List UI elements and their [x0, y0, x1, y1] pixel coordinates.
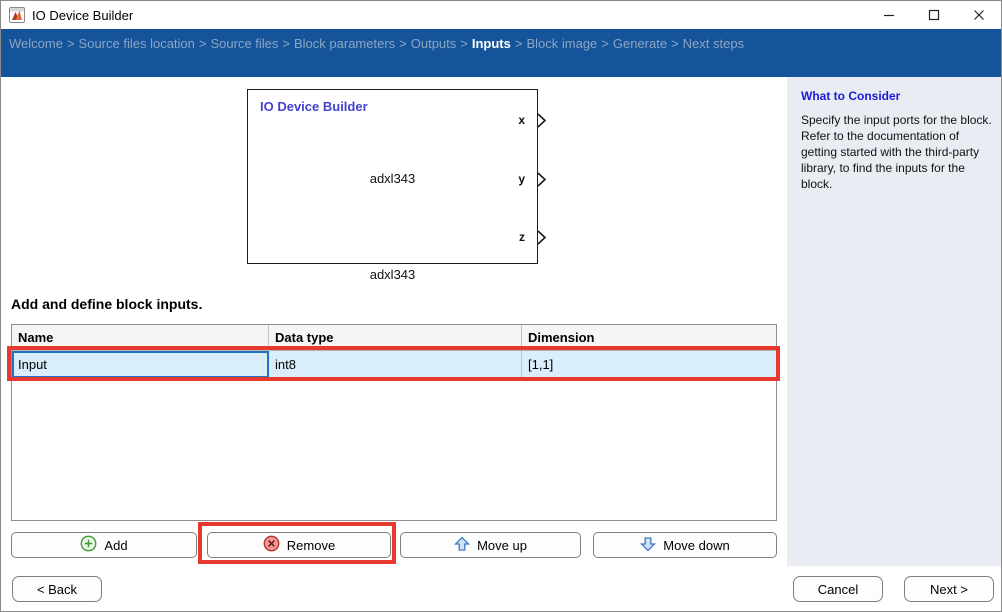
table-header-row: Name Data type Dimension — [12, 325, 776, 351]
next-button-label: Next > — [930, 582, 968, 597]
instruction-text: Add and define block inputs. — [11, 296, 202, 312]
move-down-button[interactable]: Move down — [593, 532, 777, 558]
output-port-label-x: x — [518, 113, 525, 127]
help-panel-body: Specify the input ports for the block. R… — [801, 112, 993, 192]
output-port-label-y: y — [518, 172, 525, 186]
breadcrumb-separator: > — [195, 36, 211, 51]
window-controls — [866, 1, 1001, 29]
minimize-button[interactable] — [866, 1, 911, 29]
cancel-button[interactable]: Cancel — [793, 576, 883, 602]
block-caption: adxl343 — [247, 267, 538, 282]
output-port-label-z: z — [519, 230, 525, 244]
move-up-button-label: Move up — [477, 538, 527, 553]
maximize-button[interactable] — [911, 1, 956, 29]
matlab-logo-icon — [9, 7, 25, 23]
window-title: IO Device Builder — [32, 8, 133, 23]
arrow-down-icon — [640, 536, 656, 555]
breadcrumb-step-block-parameters: Block parameters — [294, 36, 395, 51]
cell-dimension[interactable]: [1,1] — [522, 351, 776, 378]
add-button[interactable]: Add — [11, 532, 197, 558]
remove-icon — [263, 535, 280, 555]
breadcrumb-step-next-steps: Next steps — [683, 36, 744, 51]
breadcrumb-separator: > — [511, 36, 527, 51]
help-panel-title: What to Consider — [801, 89, 992, 103]
column-header-data-type: Data type — [269, 325, 522, 350]
remove-button[interactable]: Remove — [207, 532, 391, 558]
inputs-table: Name Data type Dimension Input int8 [1,1… — [11, 324, 777, 521]
breadcrumb-step-block-image: Block image — [526, 36, 597, 51]
breadcrumb-step-source-files-location: Source files location — [79, 36, 195, 51]
breadcrumb-separator: > — [597, 36, 613, 51]
block-preview-name: adxl343 — [248, 171, 537, 186]
table-row[interactable]: Input int8 [1,1] — [12, 351, 776, 379]
title-bar: IO Device Builder — [1, 1, 1001, 29]
breadcrumb-step-inputs-current: Inputs — [472, 36, 511, 51]
remove-button-label: Remove — [287, 538, 335, 553]
block-preview: IO Device Builder adxl343 x y z — [247, 89, 538, 264]
breadcrumb-separator: > — [395, 36, 411, 51]
output-port-x-icon — [537, 113, 547, 133]
output-port-y-icon — [537, 172, 547, 192]
io-device-builder-window: IO Device Builder Welcome>Source files l… — [0, 0, 1002, 612]
breadcrumb-separator: > — [456, 36, 472, 51]
close-button[interactable] — [956, 1, 1001, 29]
cancel-button-label: Cancel — [818, 582, 858, 597]
move-up-button[interactable]: Move up — [400, 532, 581, 558]
next-button[interactable]: Next > — [904, 576, 994, 602]
column-header-name: Name — [12, 325, 269, 350]
column-header-dimension: Dimension — [522, 325, 776, 350]
breadcrumb-step-welcome: Welcome — [9, 36, 63, 51]
breadcrumb-separator: > — [667, 36, 683, 51]
cell-input-name[interactable]: Input — [12, 351, 269, 378]
breadcrumb-step-generate: Generate — [613, 36, 667, 51]
output-port-z-icon — [537, 230, 547, 250]
breadcrumb-step-outputs: Outputs — [411, 36, 457, 51]
breadcrumb-separator: > — [278, 36, 294, 51]
block-preview-title: IO Device Builder — [260, 99, 368, 114]
back-button-label: < Back — [37, 582, 77, 597]
help-panel: What to Consider Specify the input ports… — [787, 77, 1002, 566]
breadcrumb: Welcome>Source files location>Source fil… — [1, 29, 1001, 77]
cell-data-type[interactable]: int8 — [269, 351, 522, 378]
add-icon — [80, 535, 97, 555]
move-down-button-label: Move down — [663, 538, 729, 553]
arrow-up-icon — [454, 536, 470, 555]
add-button-label: Add — [104, 538, 127, 553]
breadcrumb-separator: > — [63, 36, 79, 51]
breadcrumb-step-source-files: Source files — [210, 36, 278, 51]
back-button[interactable]: < Back — [12, 576, 102, 602]
